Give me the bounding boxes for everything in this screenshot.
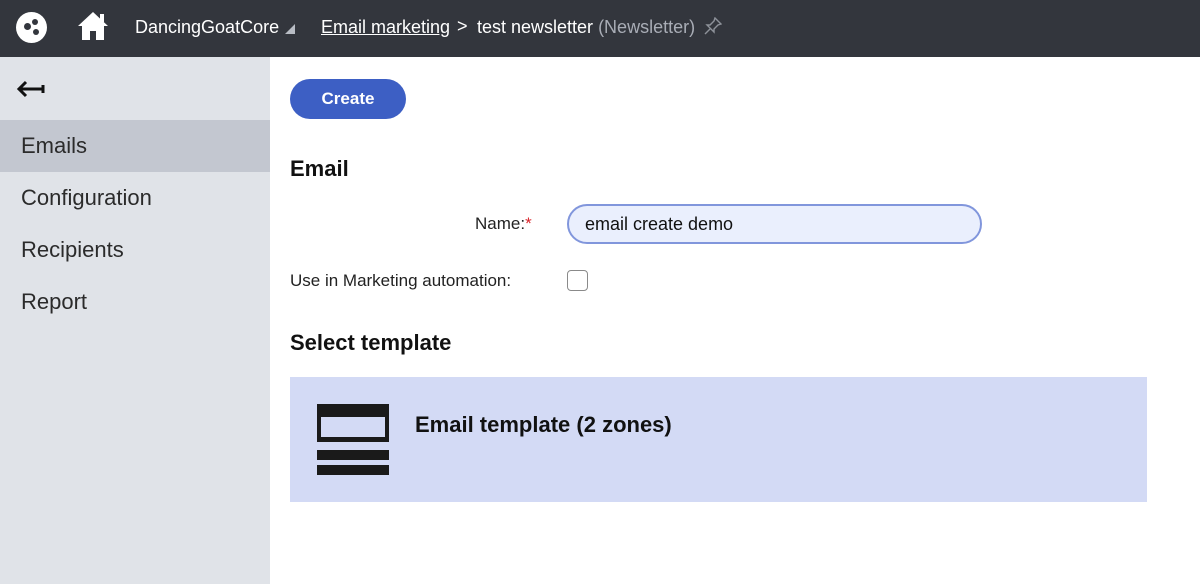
breadcrumb-separator: > bbox=[457, 16, 468, 36]
sidebar-item-emails[interactable]: Emails bbox=[0, 120, 270, 172]
breadcrumb-current-type: (Newsletter) bbox=[598, 17, 696, 37]
select-template-heading: Select template bbox=[290, 330, 452, 355]
breadcrumb-current-name: test newsletter bbox=[477, 17, 594, 37]
template-name: Email template (2 zones) bbox=[415, 412, 672, 437]
required-mark: * bbox=[525, 214, 532, 233]
top-bar: DancingGoatCore Email marketing > test n… bbox=[0, 0, 1200, 57]
breadcrumb-email-marketing[interactable]: Email marketing bbox=[321, 17, 450, 38]
sidebar-item-configuration[interactable]: Configuration bbox=[0, 172, 270, 224]
create-button[interactable]: Create bbox=[290, 79, 406, 119]
pin-icon[interactable] bbox=[704, 17, 722, 35]
site-selector[interactable]: DancingGoatCore bbox=[135, 17, 296, 38]
name-label: Name:* bbox=[475, 214, 532, 234]
back-arrow-icon[interactable] bbox=[16, 77, 46, 101]
app-logo-icon[interactable] bbox=[16, 12, 47, 43]
template-card[interactable]: Email template (2 zones) bbox=[290, 377, 1147, 502]
sidebar-item-report[interactable]: Report bbox=[0, 276, 270, 328]
site-name: DancingGoatCore bbox=[135, 17, 280, 37]
name-input[interactable] bbox=[567, 204, 982, 244]
breadcrumb-current: test newsletter (Newsletter) bbox=[477, 17, 695, 38]
home-icon[interactable] bbox=[76, 10, 110, 42]
marketing-automation-checkbox[interactable] bbox=[567, 270, 588, 291]
email-template-icon bbox=[317, 404, 389, 475]
dropdown-triangle-icon bbox=[285, 24, 296, 34]
sidebar-item-recipients[interactable]: Recipients bbox=[0, 224, 270, 276]
marketing-automation-label: Use in Marketing automation: bbox=[290, 271, 512, 290]
sidebar: Emails Configuration Recipients Report bbox=[0, 57, 270, 584]
email-section-heading: Email bbox=[290, 156, 349, 181]
name-label-text: Name: bbox=[475, 214, 526, 233]
